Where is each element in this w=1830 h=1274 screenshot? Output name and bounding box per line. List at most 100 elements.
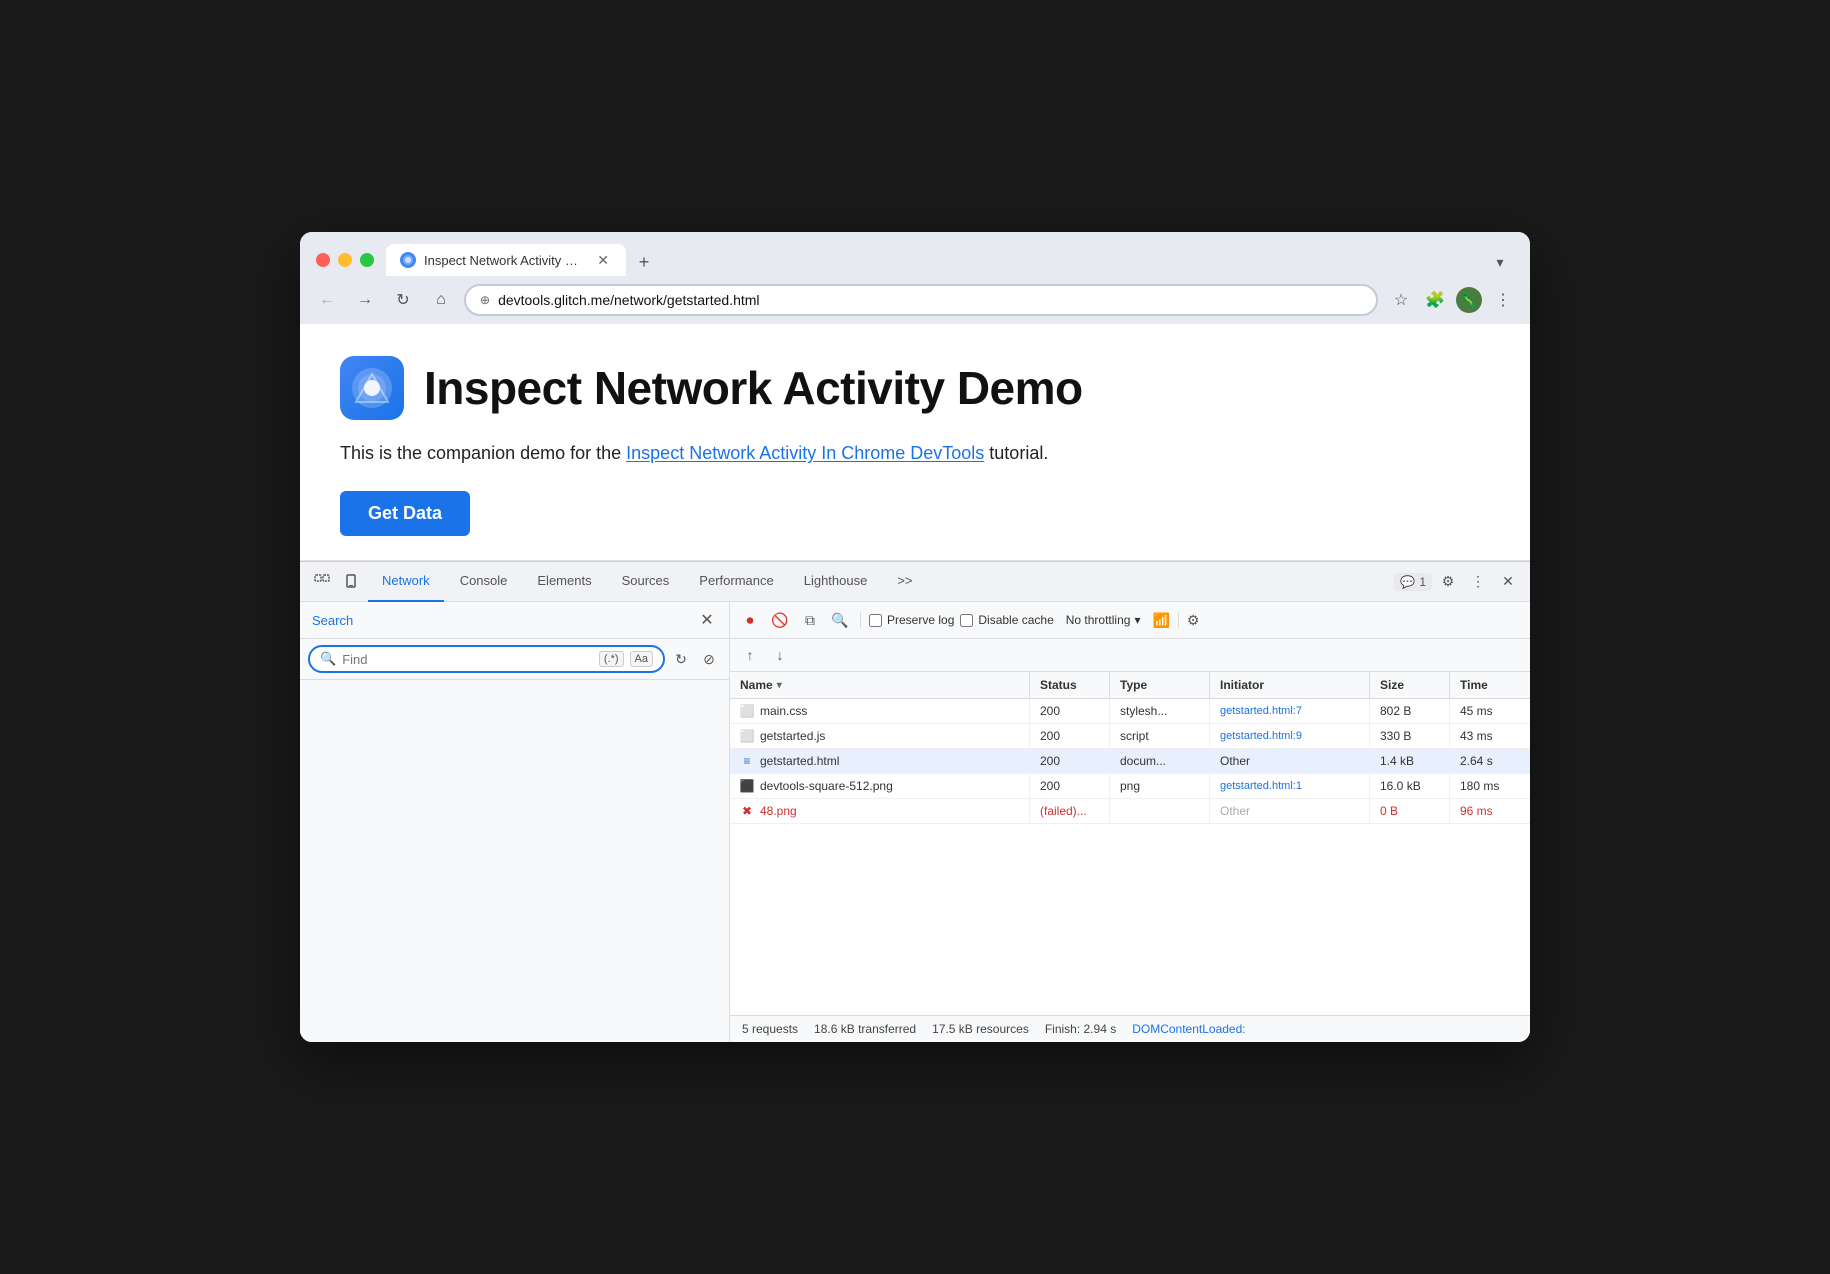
search-input[interactable]: [342, 652, 593, 667]
bookmark-button[interactable]: ☆: [1386, 285, 1416, 315]
forward-button[interactable]: →: [350, 285, 380, 315]
device-icon-btn[interactable]: [338, 568, 366, 596]
import-har-button[interactable]: ↑: [738, 643, 762, 667]
tab-more[interactable]: >>: [883, 562, 926, 602]
table-row[interactable]: ⬛ devtools-square-512.png 200 png getsta…: [730, 774, 1530, 799]
close-button[interactable]: [316, 253, 330, 267]
png-file-icon: ⬛: [740, 779, 754, 793]
network-settings-icon[interactable]: ⚙: [1187, 612, 1200, 629]
initiator-link[interactable]: getstarted.html:1: [1220, 780, 1302, 792]
td-name: ⬜ main.css: [730, 699, 1030, 723]
settings-button[interactable]: ⚙: [1434, 568, 1462, 596]
table-row[interactable]: ⬜ main.css 200 stylesh... getstarted.htm…: [730, 699, 1530, 724]
throttle-chevron-icon: ▾: [1134, 613, 1140, 627]
table-row[interactable]: ≡ getstarted.html 200 docum... Other 1.4…: [730, 749, 1530, 774]
col-type[interactable]: Type: [1110, 672, 1210, 698]
table-row[interactable]: ⬜ getstarted.js 200 script getstarted.ht…: [730, 724, 1530, 749]
table-row[interactable]: ✖ 48.png (failed)... Other 0 B 96 ms: [730, 799, 1530, 824]
network-main: ⏺ 🚫 ⧉ 🔍 Preserve log Disable cache: [730, 602, 1530, 1042]
tab-performance[interactable]: Performance: [685, 562, 787, 602]
message-badge[interactable]: 💬 1: [1394, 573, 1432, 591]
td-size: 802 B: [1370, 699, 1450, 723]
td-initiator: Other: [1210, 749, 1370, 773]
maximize-button[interactable]: [360, 253, 374, 267]
page-title: Inspect Network Activity Demo: [424, 361, 1083, 415]
tab-overflow-button[interactable]: ▾: [1486, 248, 1514, 276]
col-time[interactable]: Time: [1450, 672, 1530, 698]
td-status: 200: [1030, 774, 1110, 798]
avatar: 🦎: [1456, 287, 1482, 313]
tab-network[interactable]: Network: [368, 562, 444, 602]
reload-button[interactable]: ↻: [388, 285, 418, 315]
search-close-button[interactable]: ✕: [697, 610, 717, 630]
td-type: stylesh...: [1110, 699, 1210, 723]
extension-button[interactable]: 🧩: [1420, 285, 1450, 315]
page-link[interactable]: Inspect Network Activity In Chrome DevTo…: [626, 443, 984, 463]
td-size: 1.4 kB: [1370, 749, 1450, 773]
minimize-button[interactable]: [338, 253, 352, 267]
td-time: 180 ms: [1450, 774, 1530, 798]
tab-console[interactable]: Console: [446, 562, 522, 602]
inspector-icon-btn[interactable]: [308, 568, 336, 596]
preserve-log-label[interactable]: Preserve log: [869, 613, 954, 627]
td-size: 330 B: [1370, 724, 1450, 748]
stop-recording-button[interactable]: ⏺: [738, 608, 762, 632]
col-size[interactable]: Size: [1370, 672, 1450, 698]
col-name[interactable]: Name ▾: [730, 672, 1030, 698]
col-initiator[interactable]: Initiator: [1210, 672, 1370, 698]
js-file-icon: ⬜: [740, 729, 754, 743]
td-size: 0 B: [1370, 799, 1450, 823]
clear-log-button[interactable]: 🚫: [768, 608, 792, 632]
tab-elements[interactable]: Elements: [523, 562, 605, 602]
error-file-icon: ✖: [740, 804, 754, 818]
css-file-icon: ⬜: [740, 704, 754, 718]
active-tab[interactable]: Inspect Network Activity Dem ✕: [386, 244, 626, 276]
close-devtools-button[interactable]: ✕: [1494, 568, 1522, 596]
export-har-button[interactable]: ↓: [768, 643, 792, 667]
search-input-container[interactable]: 🔍 (.*) Aa: [308, 645, 665, 673]
tab-lighthouse[interactable]: Lighthouse: [790, 562, 882, 602]
case-sensitive-button[interactable]: Aa: [630, 651, 653, 667]
dom-content-loaded[interactable]: DOMContentLoaded:: [1132, 1022, 1245, 1036]
nav-actions: ☆ 🧩 🦎 ⋮: [1386, 285, 1518, 315]
title-bar: Inspect Network Activity Dem ✕ + ▾: [300, 232, 1530, 276]
throttling-select[interactable]: No throttling ▾: [1060, 611, 1147, 629]
td-name: ⬜ getstarted.js: [730, 724, 1030, 748]
refresh-search-button[interactable]: ↻: [669, 647, 693, 671]
search-header: Search ✕: [300, 602, 729, 639]
search-icon: 🔍: [320, 651, 336, 667]
initiator-link[interactable]: getstarted.html:7: [1220, 705, 1302, 717]
clear-search-button[interactable]: ⊘: [697, 647, 721, 671]
td-status: 200: [1030, 749, 1110, 773]
tab-sources[interactable]: Sources: [608, 562, 684, 602]
tabs-row: Inspect Network Activity Dem ✕ + ▾: [386, 244, 1514, 276]
col-status[interactable]: Status: [1030, 672, 1110, 698]
td-type: [1110, 799, 1210, 823]
home-button[interactable]: ⌂: [426, 285, 456, 315]
regex-button[interactable]: (.*): [599, 651, 624, 667]
disable-cache-label[interactable]: Disable cache: [960, 613, 1053, 627]
preserve-log-checkbox[interactable]: [869, 614, 882, 627]
menu-button[interactable]: ⋮: [1488, 285, 1518, 315]
td-initiator: Other: [1210, 799, 1370, 823]
tab-favicon: [400, 252, 416, 268]
finish-time: Finish: 2.94 s: [1045, 1022, 1116, 1036]
more-options-button[interactable]: ⋮: [1464, 568, 1492, 596]
address-bar[interactable]: ⊕ devtools.glitch.me/network/getstarted.…: [464, 284, 1378, 316]
tab-close-button[interactable]: ✕: [594, 252, 612, 268]
tab-title: Inspect Network Activity Dem: [424, 253, 586, 268]
disable-cache-checkbox[interactable]: [960, 614, 973, 627]
initiator-link[interactable]: getstarted.html:9: [1220, 730, 1302, 742]
profile-button[interactable]: 🦎: [1454, 285, 1484, 315]
get-data-button[interactable]: Get Data: [340, 491, 470, 536]
search-label: Search: [312, 613, 697, 628]
transferred-size: 18.6 kB transferred: [814, 1022, 916, 1036]
search-network-button[interactable]: 🔍: [828, 608, 852, 632]
back-button[interactable]: ←: [312, 285, 342, 315]
filter-button[interactable]: ⧉: [798, 608, 822, 632]
network-filter-toolbar: ⏺ 🚫 ⧉ 🔍 Preserve log Disable cache: [730, 602, 1530, 639]
wifi-icon: 📶: [1152, 612, 1169, 629]
new-tab-button[interactable]: +: [630, 248, 658, 276]
page-content: Inspect Network Activity Demo This is th…: [300, 324, 1530, 561]
td-status: 200: [1030, 699, 1110, 723]
